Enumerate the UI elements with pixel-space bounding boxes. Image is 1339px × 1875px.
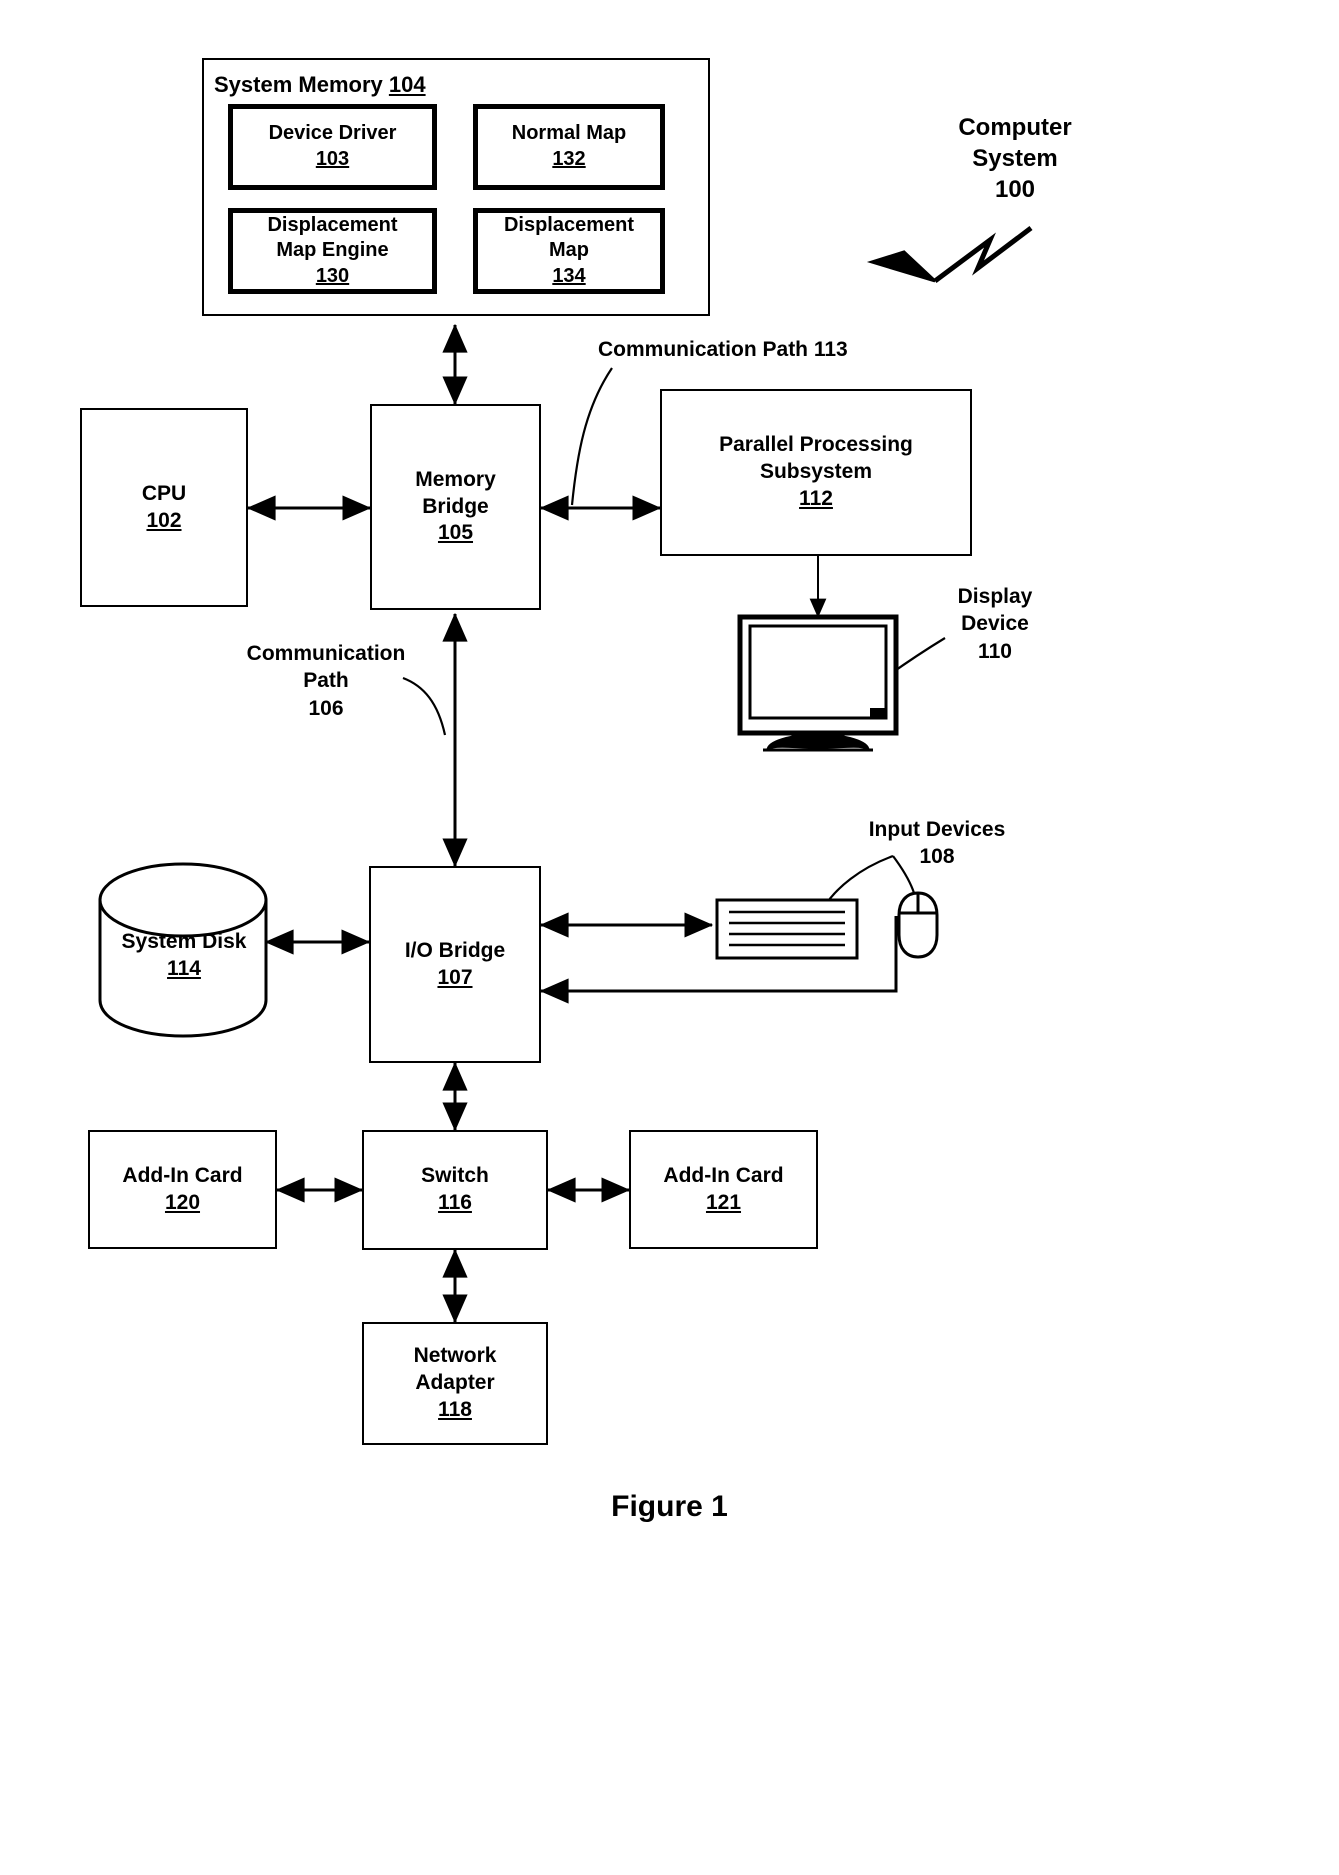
label-communication-path-106: Communication Path 106 <box>240 640 412 722</box>
label-display-device-number: 110 <box>978 639 1012 663</box>
block-memory-bridge-line2: Bridge <box>422 494 489 518</box>
block-network-adapter-number: 118 <box>438 1397 472 1421</box>
block-memory-bridge: Memory Bridge 105 <box>370 404 541 610</box>
block-network-adapter-line1: Network <box>413 1344 497 1368</box>
block-add-in-card-121-line1: Add-In Card <box>663 1163 784 1187</box>
block-displacement-map-line1: Displacement <box>503 213 635 236</box>
block-cpu-number: 102 <box>146 508 182 532</box>
block-switch-number: 116 <box>438 1191 472 1214</box>
block-io-bridge: I/O Bridge 107 <box>369 866 541 1063</box>
block-system-disk-line1: System Disk <box>121 930 247 953</box>
block-device-driver-number: 103 <box>315 148 350 170</box>
block-cpu-line1: CPU <box>141 481 187 505</box>
label-display-device-line1: Display <box>957 585 1033 608</box>
system-memory-title-number: 104 <box>388 72 426 97</box>
system-memory-title-text: System Memory <box>214 72 383 97</box>
block-displacement-map-line2: Map <box>549 239 589 262</box>
computer-system-callout-line2: System <box>972 145 1058 173</box>
computer-system-callout-number: 100 <box>994 176 1036 204</box>
block-add-in-card-120-line1: Add-In Card <box>122 1163 243 1187</box>
block-normal-map-number: 132 <box>552 148 586 170</box>
block-displacement-map-engine-line2: Map Engine <box>276 239 389 262</box>
block-pps-number: 112 <box>799 486 833 510</box>
block-network-adapter-line2: Adapter <box>415 1371 495 1395</box>
block-system-disk-number: 114 <box>167 957 201 981</box>
lightning-pointer-icon <box>866 226 1033 284</box>
figure-caption: Figure 1 <box>611 1490 728 1523</box>
block-add-in-card-120-number: 120 <box>164 1190 201 1214</box>
block-memory-bridge-line1: Memory <box>415 467 496 491</box>
block-displacement-map-number: 134 <box>552 264 586 287</box>
patent-figure-1: System Memory 104 Device Driver 103 Norm… <box>0 0 1339 1875</box>
block-add-in-card-120: Add-In Card 120 <box>88 1130 277 1249</box>
block-add-in-card-121-number: 121 <box>705 1190 742 1214</box>
block-normal-map-line1: Normal Map <box>511 122 627 145</box>
label-communication-path-106-line1: Communication <box>246 642 406 665</box>
label-communication-path-106-line2: Path <box>303 669 349 693</box>
block-displacement-map-engine-number: 130 <box>315 264 350 287</box>
block-displacement-map: Displacement Map 134 <box>473 208 665 294</box>
monitor-icon <box>737 614 899 752</box>
block-network-adapter: Network Adapter 118 <box>362 1322 548 1445</box>
keyboard-icon <box>715 898 859 960</box>
label-communication-path-113-text: Communication Path 113 <box>598 338 848 361</box>
label-communication-path-113: Communication Path 113 <box>598 336 848 363</box>
block-displacement-map-engine-line1: Displacement <box>267 213 398 236</box>
block-add-in-card-121: Add-In Card 121 <box>629 1130 818 1249</box>
mouse-icon <box>897 891 939 959</box>
connector-iobridge-mouse <box>539 916 898 1004</box>
block-device-driver: Device Driver 103 <box>228 104 437 190</box>
label-display-device-line2: Device <box>961 612 1029 636</box>
block-io-bridge-number: 107 <box>437 965 473 989</box>
block-normal-map: Normal Map 132 <box>473 104 665 190</box>
block-switch: Switch 116 <box>362 1130 548 1250</box>
computer-system-callout: Computer System 100 <box>905 112 1125 206</box>
system-memory-title: System Memory 104 <box>214 72 426 98</box>
block-pps-line1: Parallel Processing <box>719 433 913 457</box>
block-system-disk: System Disk 114 <box>98 928 270 983</box>
block-io-bridge-line1: I/O Bridge <box>404 938 506 962</box>
computer-system-callout-line1: Computer <box>958 114 1072 141</box>
block-displacement-map-engine: Displacement Map Engine 130 <box>228 208 437 294</box>
label-input-devices-number: 108 <box>919 845 955 869</box>
block-pps-line2: Subsystem <box>759 460 873 484</box>
block-switch-line1: Switch <box>421 1164 489 1188</box>
block-device-driver-line1: Device Driver <box>268 122 397 145</box>
block-parallel-processing-subsystem: Parallel Processing Subsystem 112 <box>660 389 972 556</box>
label-input-devices: Input Devices 108 <box>862 816 1012 871</box>
label-input-devices-line1: Input Devices <box>868 818 1006 841</box>
label-display-device: Display Device 110 <box>930 583 1060 665</box>
label-communication-path-106-number: 106 <box>308 696 344 720</box>
leader-comm-path-113 <box>570 367 613 506</box>
block-cpu: CPU 102 <box>80 408 248 607</box>
block-memory-bridge-number: 105 <box>437 521 474 545</box>
